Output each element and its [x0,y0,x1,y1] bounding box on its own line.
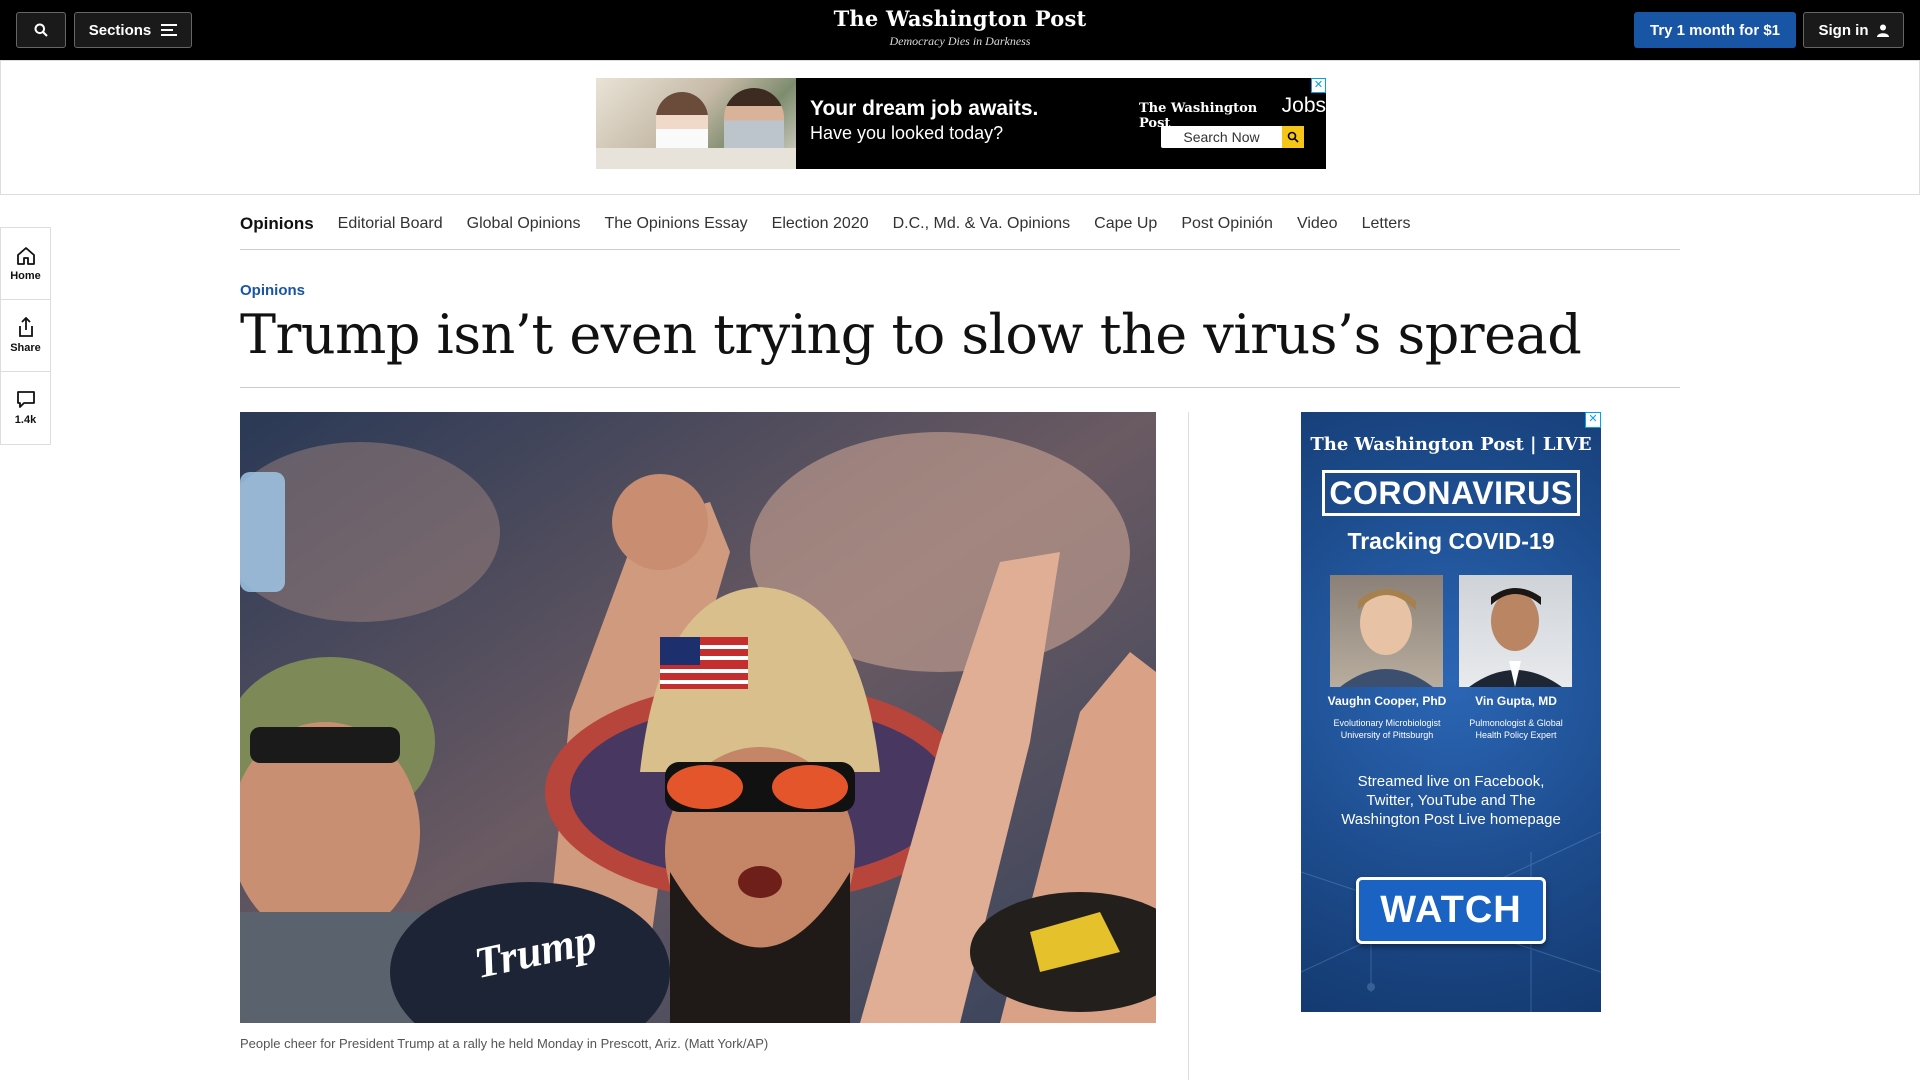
ad-photo-desk [596,148,796,169]
article-kicker[interactable]: Opinions [240,282,305,299]
speaker-name: Vaughn Cooper, PhD [1327,694,1447,708]
home-button[interactable]: Home [1,228,50,300]
share-icon [18,317,33,337]
subscribe-button[interactable]: Try 1 month for $1 [1634,12,1796,48]
sign-in-button[interactable]: Sign in [1803,12,1904,48]
speaker-role-line: Health Policy Expert [1475,730,1557,740]
speaker-role-line: Evolutionary Microbiologist [1333,718,1441,728]
nav-item-global-opinions[interactable]: Global Opinions [467,215,581,233]
nav-item-post-opinion[interactable]: Post Opinión [1181,215,1273,233]
jobs-ad-banner[interactable]: Your dream job awaits. Have you looked t… [596,78,1326,169]
speaker-role-line: University of Pittsburgh [1340,730,1434,740]
nav-item-editorial-board[interactable]: Editorial Board [338,215,443,233]
ad-close-icon[interactable]: ✕ [1585,412,1601,428]
nav-item-dc-md-va[interactable]: D.C., Md. & Va. Opinions [893,215,1071,233]
nav-item-opinions[interactable]: Opinions [240,214,314,234]
speaker-role: Evolutionary Microbiologist University o… [1317,717,1457,741]
nav-item-letters[interactable]: Letters [1362,215,1411,233]
ad-search-button[interactable]: Search Now [1161,126,1304,148]
speaker-role: Pulmonologist & Global Health Policy Exp… [1446,717,1586,741]
speaker-photo [1459,575,1572,687]
comment-icon [16,391,35,408]
nav-item-cape-up[interactable]: Cape Up [1094,215,1157,233]
ad-title-box: CORONAVIRUS [1322,470,1580,516]
speaker-name: Vin Gupta, MD [1475,694,1557,708]
top-ad-strip: Your dream job awaits. Have you looked t… [0,60,1920,195]
washington-post-live-ad[interactable]: ✕ The Washington Post | LIVE CORONAVIRUS… [1301,412,1601,1012]
ad-search-label: Search Now [1183,129,1260,145]
sign-in-label: Sign in [1818,21,1869,39]
ad-brand-product: Jobs [1281,94,1326,117]
ad-subline: Have you looked today? [810,123,1004,143]
headline-divider [240,387,1680,388]
speaker-photo [1330,575,1443,687]
ad-stream-text: Streamed live on Facebook, Twitter, YouT… [1341,773,1561,828]
ad-brand: The Washington Post | LIVE [1310,434,1592,455]
user-icon [1876,24,1889,37]
comments-count: 1.4k [14,414,37,426]
ad-tracking-title: Tracking COVID-19 [1347,528,1555,554]
lead-photo[interactable]: Trump [240,412,1156,1023]
photo-caption: People cheer for President Trump at a ra… [240,1036,769,1051]
top-bar: Sections The Washington Post Democracy D… [0,0,1920,60]
home-icon [16,246,35,265]
share-label: Share [10,342,41,354]
ad-close-icon[interactable]: ✕ [1311,78,1326,93]
comments-button[interactable]: 1.4k [1,372,50,444]
logo-tagline: Democracy Dies in Darkness [889,34,1031,48]
nav-item-election-2020[interactable]: Election 2020 [772,215,869,233]
left-share-rail: Home Share 1.4k [0,227,51,445]
home-label: Home [10,269,41,282]
nav-item-opinions-essay[interactable]: The Opinions Essay [604,215,747,233]
logo-name: The Washington Post [833,6,1087,31]
share-button[interactable]: Share [1,300,50,372]
article-headline: Trump isn’t even trying to slow the viru… [240,303,1582,366]
ad-office-photo [596,78,796,169]
site-logo[interactable]: The Washington Post Democracy Dies in Da… [0,6,1920,49]
nav-item-video[interactable]: Video [1297,215,1338,233]
watch-button[interactable]: WATCH [1356,877,1546,944]
speaker-role-line: Pulmonologist & Global [1469,718,1563,728]
ad-search-icon [1282,126,1304,148]
section-nav: Opinions Editorial Board Global Opinions… [240,198,1680,250]
rally-crowd-image: Trump [240,412,1156,1023]
column-divider [1188,412,1189,1080]
ad-headline: Your dream job awaits. [810,97,1039,120]
